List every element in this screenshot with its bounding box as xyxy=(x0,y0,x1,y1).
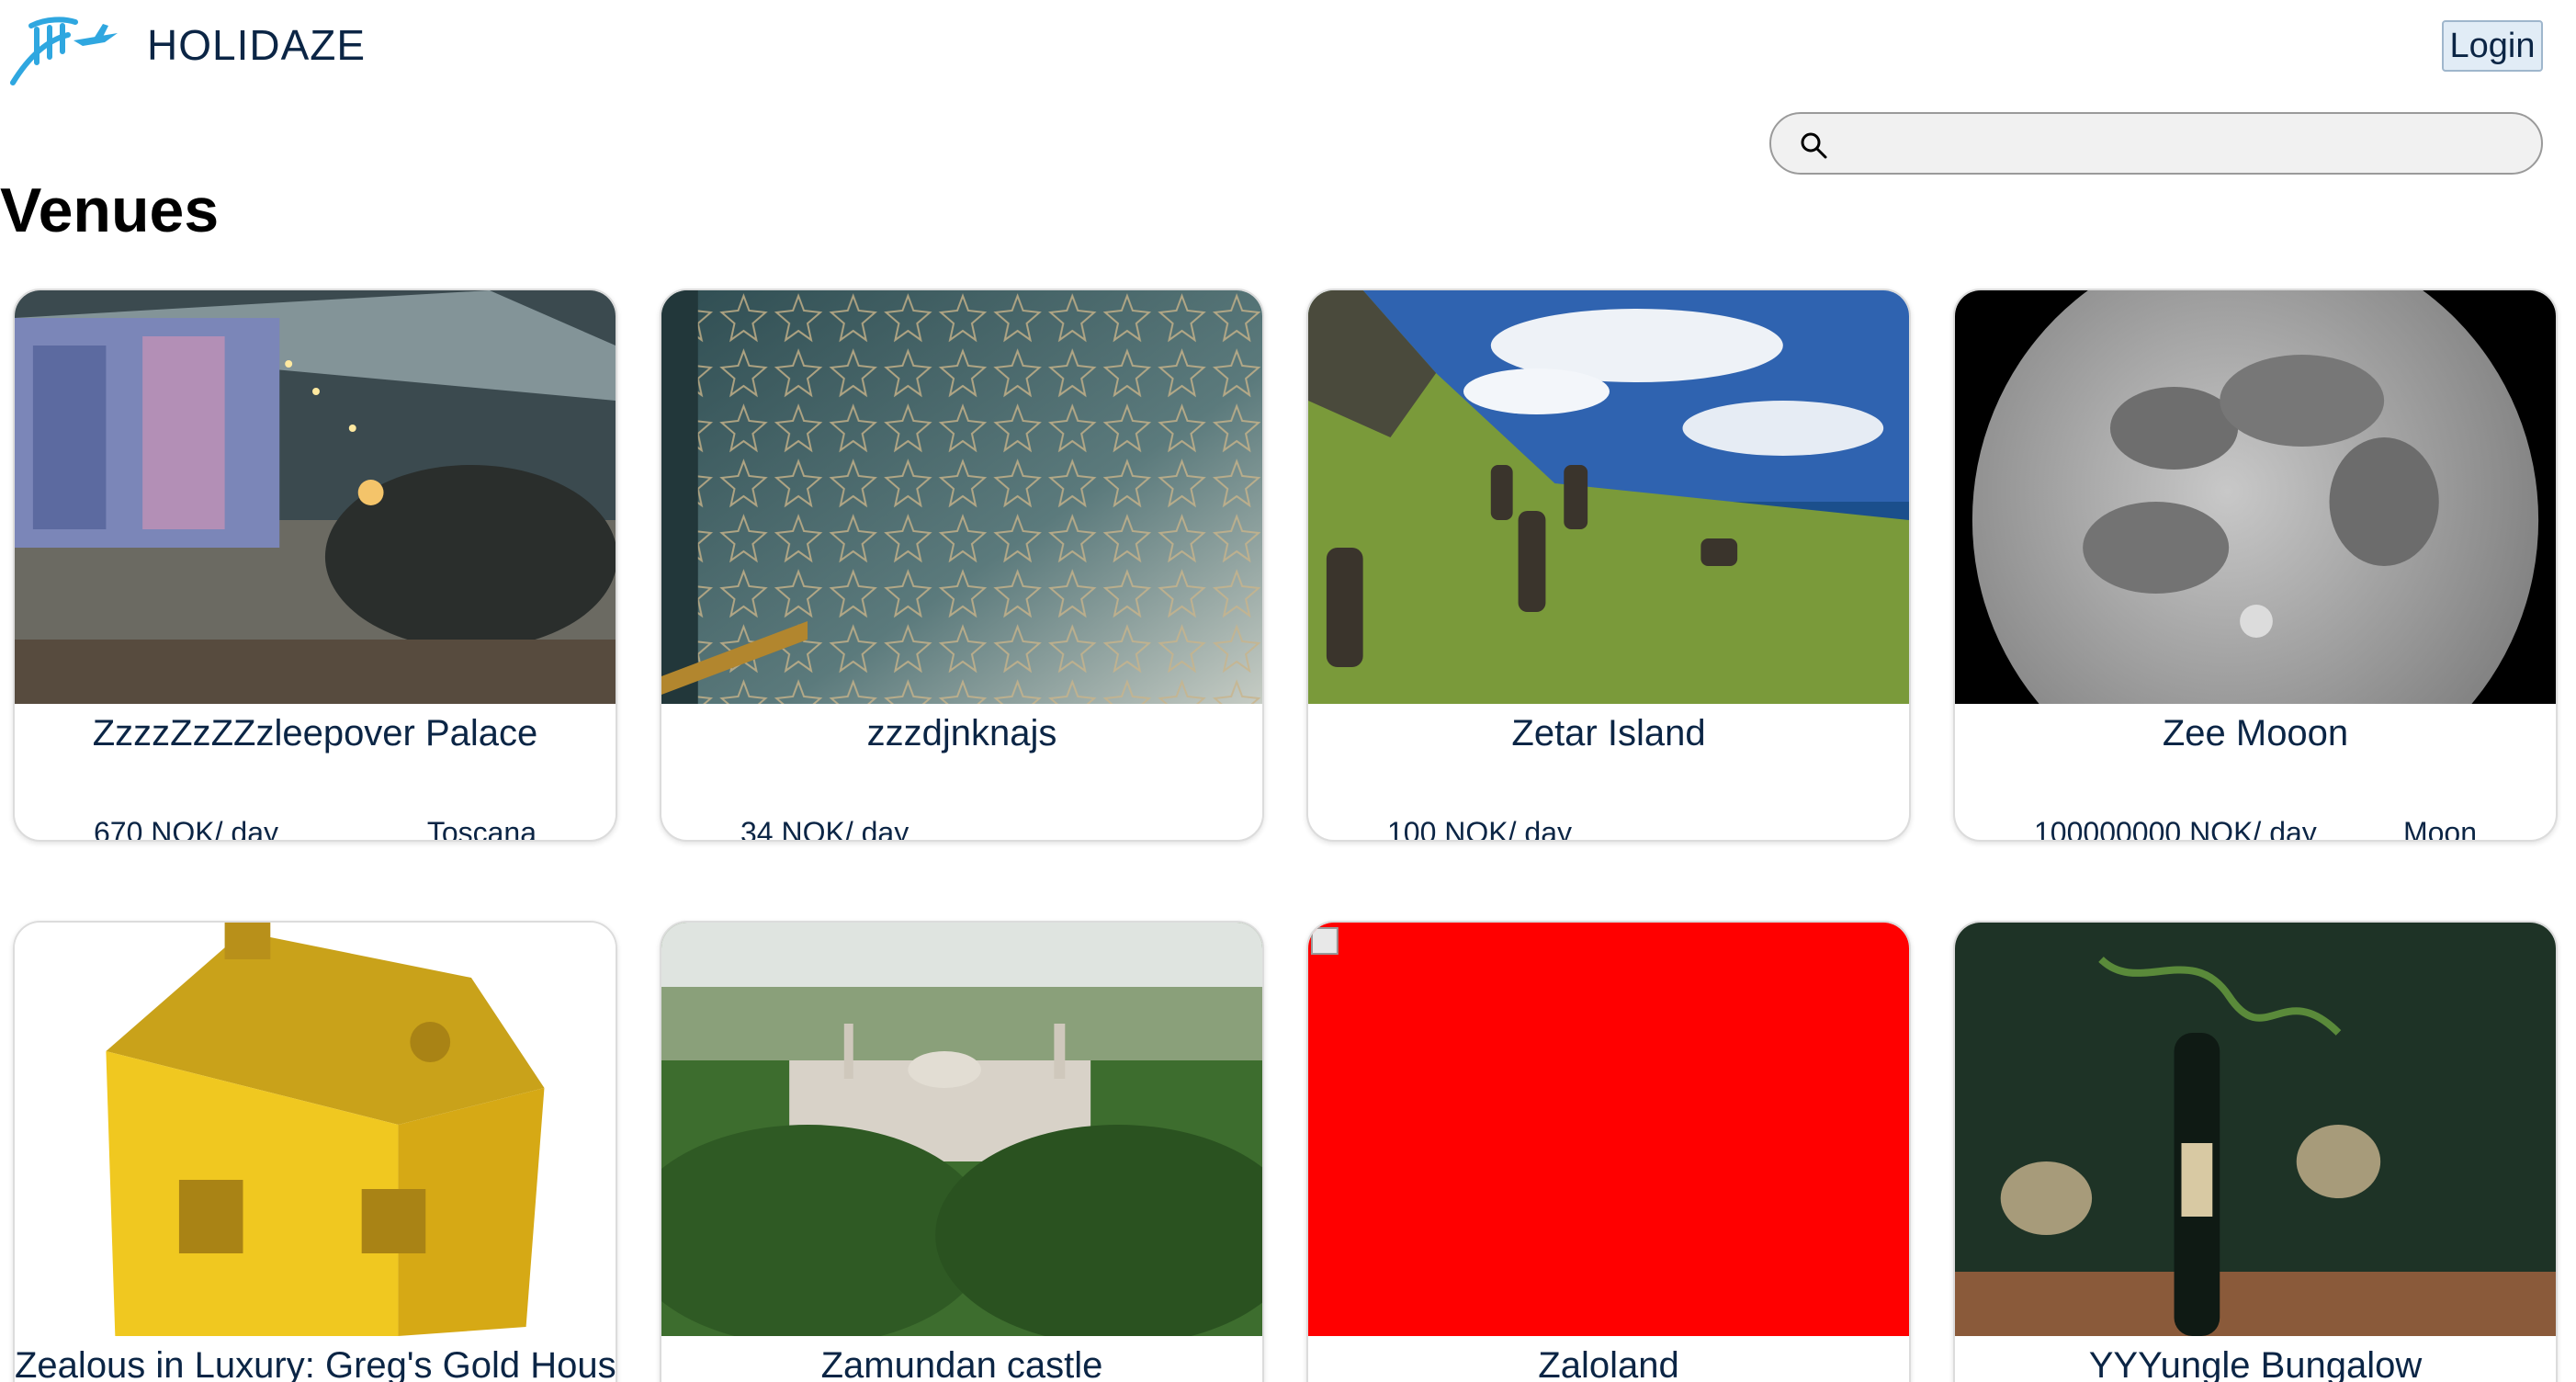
venue-card[interactable]: zzzdjnknajs 34 NOK/ day xyxy=(660,289,1264,842)
venue-name[interactable]: Zaloland xyxy=(1308,1345,1909,1382)
login-button[interactable]: Login xyxy=(2442,20,2543,72)
venue-location: Moon xyxy=(2402,816,2477,842)
venue-price-link[interactable]: 100 NOK/ day xyxy=(1387,816,1572,840)
venue-price-link[interactable]: 100000000 NOK/ day xyxy=(2034,816,2317,840)
venue-card[interactable]: Zaloland xyxy=(1306,921,1911,1382)
venue-name[interactable]: ZzzzZzZZzleepover Palace xyxy=(15,713,616,754)
venue-card[interactable]: Zealous in Luxury: Greg's Gold House xyxy=(13,921,617,1382)
venue-image xyxy=(661,290,1262,704)
venue-name[interactable]: Zamundan castle xyxy=(661,1345,1262,1382)
venue-card[interactable]: YYYungle Bungalow xyxy=(1953,921,2558,1382)
venue-image xyxy=(1308,290,1909,704)
venue-card[interactable]: Zetar Island 100 NOK/ day xyxy=(1306,289,1911,842)
venue-name[interactable]: Zee Mooon xyxy=(1955,713,2556,754)
venue-image xyxy=(15,923,616,1336)
search-bar[interactable] xyxy=(1769,112,2543,175)
venue-price-link[interactable]: 670 NOK/ day xyxy=(94,816,278,840)
page-title: Venues xyxy=(0,176,220,245)
search-icon xyxy=(1799,130,1828,160)
venue-name[interactable]: Zealous in Luxury: Greg's Gold House xyxy=(15,1345,616,1382)
search-input[interactable] xyxy=(1845,119,2525,169)
venue-name[interactable]: YYYungle Bungalow xyxy=(1955,1345,2556,1382)
venue-name[interactable]: Zetar Island xyxy=(1308,713,1909,754)
venue-card[interactable]: ZzzzZzZZzleepover Palace 670 NOK/ day To… xyxy=(13,289,617,842)
venue-card[interactable]: Zee Mooon 100000000 NOK/ day Moon xyxy=(1953,289,2558,842)
venue-image xyxy=(1308,923,1909,1336)
venue-location: Toscana xyxy=(426,816,537,842)
venue-price-link[interactable]: 34 NOK/ day xyxy=(740,816,909,840)
brand-name[interactable]: HOLIDAZE xyxy=(147,20,366,70)
venue-image xyxy=(15,290,616,704)
header: HOLIDAZE Login xyxy=(0,0,2576,101)
venue-image xyxy=(1955,923,2556,1336)
venue-image xyxy=(1955,290,2556,704)
venue-image xyxy=(661,923,1262,1336)
airplane-logo-icon[interactable] xyxy=(9,13,121,86)
venue-card[interactable]: Zamundan castle xyxy=(660,921,1264,1382)
venue-name[interactable]: zzzdjnknajs xyxy=(661,713,1262,754)
